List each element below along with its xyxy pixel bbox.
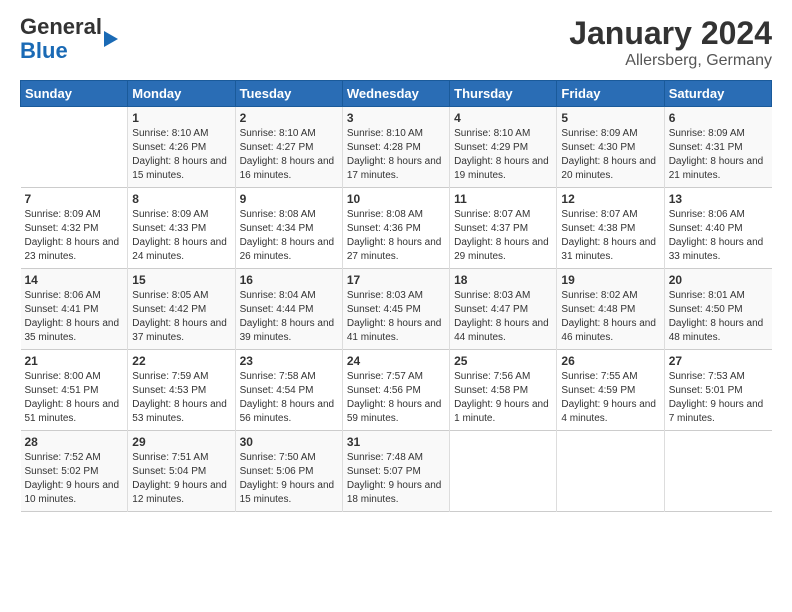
cell-w2-d0: 14Sunrise: 8:06 AMSunset: 4:41 PMDayligh… xyxy=(21,269,128,350)
cell-w2-d4: 18Sunrise: 8:03 AMSunset: 4:47 PMDayligh… xyxy=(450,269,557,350)
cell-w3-d2: 23Sunrise: 7:58 AMSunset: 4:54 PMDayligh… xyxy=(235,350,342,431)
cell-w2-d6: 20Sunrise: 8:01 AMSunset: 4:50 PMDayligh… xyxy=(664,269,771,350)
location: Allersberg, Germany xyxy=(569,52,772,70)
cell-w1-d1: 8Sunrise: 8:09 AMSunset: 4:33 PMDaylight… xyxy=(128,188,235,269)
title-block: January 2024 Allersberg, Germany xyxy=(569,15,772,70)
cell-w1-d3: 10Sunrise: 8:08 AMSunset: 4:36 PMDayligh… xyxy=(342,188,449,269)
cell-w3-d4: 25Sunrise: 7:56 AMSunset: 4:58 PMDayligh… xyxy=(450,350,557,431)
logo-arrow xyxy=(104,31,118,47)
col-sunday: Sunday xyxy=(21,81,128,107)
cell-w2-d1: 15Sunrise: 8:05 AMSunset: 4:42 PMDayligh… xyxy=(128,269,235,350)
cell-w0-d5: 5Sunrise: 8:09 AMSunset: 4:30 PMDaylight… xyxy=(557,107,664,188)
cell-w0-d6: 6Sunrise: 8:09 AMSunset: 4:31 PMDaylight… xyxy=(664,107,771,188)
cell-w3-d1: 22Sunrise: 7:59 AMSunset: 4:53 PMDayligh… xyxy=(128,350,235,431)
cell-w4-d2: 30Sunrise: 7:50 AMSunset: 5:06 PMDayligh… xyxy=(235,431,342,512)
col-friday: Friday xyxy=(557,81,664,107)
cell-w3-d3: 24Sunrise: 7:57 AMSunset: 4:56 PMDayligh… xyxy=(342,350,449,431)
cell-w4-d5 xyxy=(557,431,664,512)
cell-w3-d0: 21Sunrise: 8:00 AMSunset: 4:51 PMDayligh… xyxy=(21,350,128,431)
week-row-3: 21Sunrise: 8:00 AMSunset: 4:51 PMDayligh… xyxy=(21,350,772,431)
logo-text-block: General Blue xyxy=(20,15,118,63)
col-monday: Monday xyxy=(128,81,235,107)
calendar-table: Sunday Monday Tuesday Wednesday Thursday… xyxy=(20,80,772,512)
col-tuesday: Tuesday xyxy=(235,81,342,107)
header: General Blue January 2024 Allersberg, Ge… xyxy=(20,15,772,70)
col-saturday: Saturday xyxy=(664,81,771,107)
cell-w2-d3: 17Sunrise: 8:03 AMSunset: 4:45 PMDayligh… xyxy=(342,269,449,350)
cell-w2-d5: 19Sunrise: 8:02 AMSunset: 4:48 PMDayligh… xyxy=(557,269,664,350)
cell-w4-d1: 29Sunrise: 7:51 AMSunset: 5:04 PMDayligh… xyxy=(128,431,235,512)
col-thursday: Thursday xyxy=(450,81,557,107)
cell-w1-d5: 12Sunrise: 8:07 AMSunset: 4:38 PMDayligh… xyxy=(557,188,664,269)
week-row-0: 1Sunrise: 8:10 AMSunset: 4:26 PMDaylight… xyxy=(21,107,772,188)
cell-w0-d1: 1Sunrise: 8:10 AMSunset: 4:26 PMDaylight… xyxy=(128,107,235,188)
cell-w1-d2: 9Sunrise: 8:08 AMSunset: 4:34 PMDaylight… xyxy=(235,188,342,269)
header-row: Sunday Monday Tuesday Wednesday Thursday… xyxy=(21,81,772,107)
logo-general: General Blue xyxy=(20,15,102,63)
cell-w4-d4 xyxy=(450,431,557,512)
calendar-body: 1Sunrise: 8:10 AMSunset: 4:26 PMDaylight… xyxy=(21,107,772,512)
cell-w3-d5: 26Sunrise: 7:55 AMSunset: 4:59 PMDayligh… xyxy=(557,350,664,431)
cell-w0-d4: 4Sunrise: 8:10 AMSunset: 4:29 PMDaylight… xyxy=(450,107,557,188)
cell-w4-d6 xyxy=(664,431,771,512)
month-title: January 2024 xyxy=(569,15,772,52)
week-row-4: 28Sunrise: 7:52 AMSunset: 5:02 PMDayligh… xyxy=(21,431,772,512)
week-row-2: 14Sunrise: 8:06 AMSunset: 4:41 PMDayligh… xyxy=(21,269,772,350)
cell-w1-d0: 7Sunrise: 8:09 AMSunset: 4:32 PMDaylight… xyxy=(21,188,128,269)
col-wednesday: Wednesday xyxy=(342,81,449,107)
calendar-header: Sunday Monday Tuesday Wednesday Thursday… xyxy=(21,81,772,107)
cell-w4-d0: 28Sunrise: 7:52 AMSunset: 5:02 PMDayligh… xyxy=(21,431,128,512)
cell-w1-d4: 11Sunrise: 8:07 AMSunset: 4:37 PMDayligh… xyxy=(450,188,557,269)
cell-w3-d6: 27Sunrise: 7:53 AMSunset: 5:01 PMDayligh… xyxy=(664,350,771,431)
cell-w0-d2: 2Sunrise: 8:10 AMSunset: 4:27 PMDaylight… xyxy=(235,107,342,188)
cell-w0-d3: 3Sunrise: 8:10 AMSunset: 4:28 PMDaylight… xyxy=(342,107,449,188)
week-row-1: 7Sunrise: 8:09 AMSunset: 4:32 PMDaylight… xyxy=(21,188,772,269)
main-container: General Blue January 2024 Allersberg, Ge… xyxy=(0,0,792,522)
cell-w2-d2: 16Sunrise: 8:04 AMSunset: 4:44 PMDayligh… xyxy=(235,269,342,350)
cell-w4-d3: 31Sunrise: 7:48 AMSunset: 5:07 PMDayligh… xyxy=(342,431,449,512)
logo: General Blue xyxy=(20,15,118,63)
cell-w0-d0 xyxy=(21,107,128,188)
cell-w1-d6: 13Sunrise: 8:06 AMSunset: 4:40 PMDayligh… xyxy=(664,188,771,269)
